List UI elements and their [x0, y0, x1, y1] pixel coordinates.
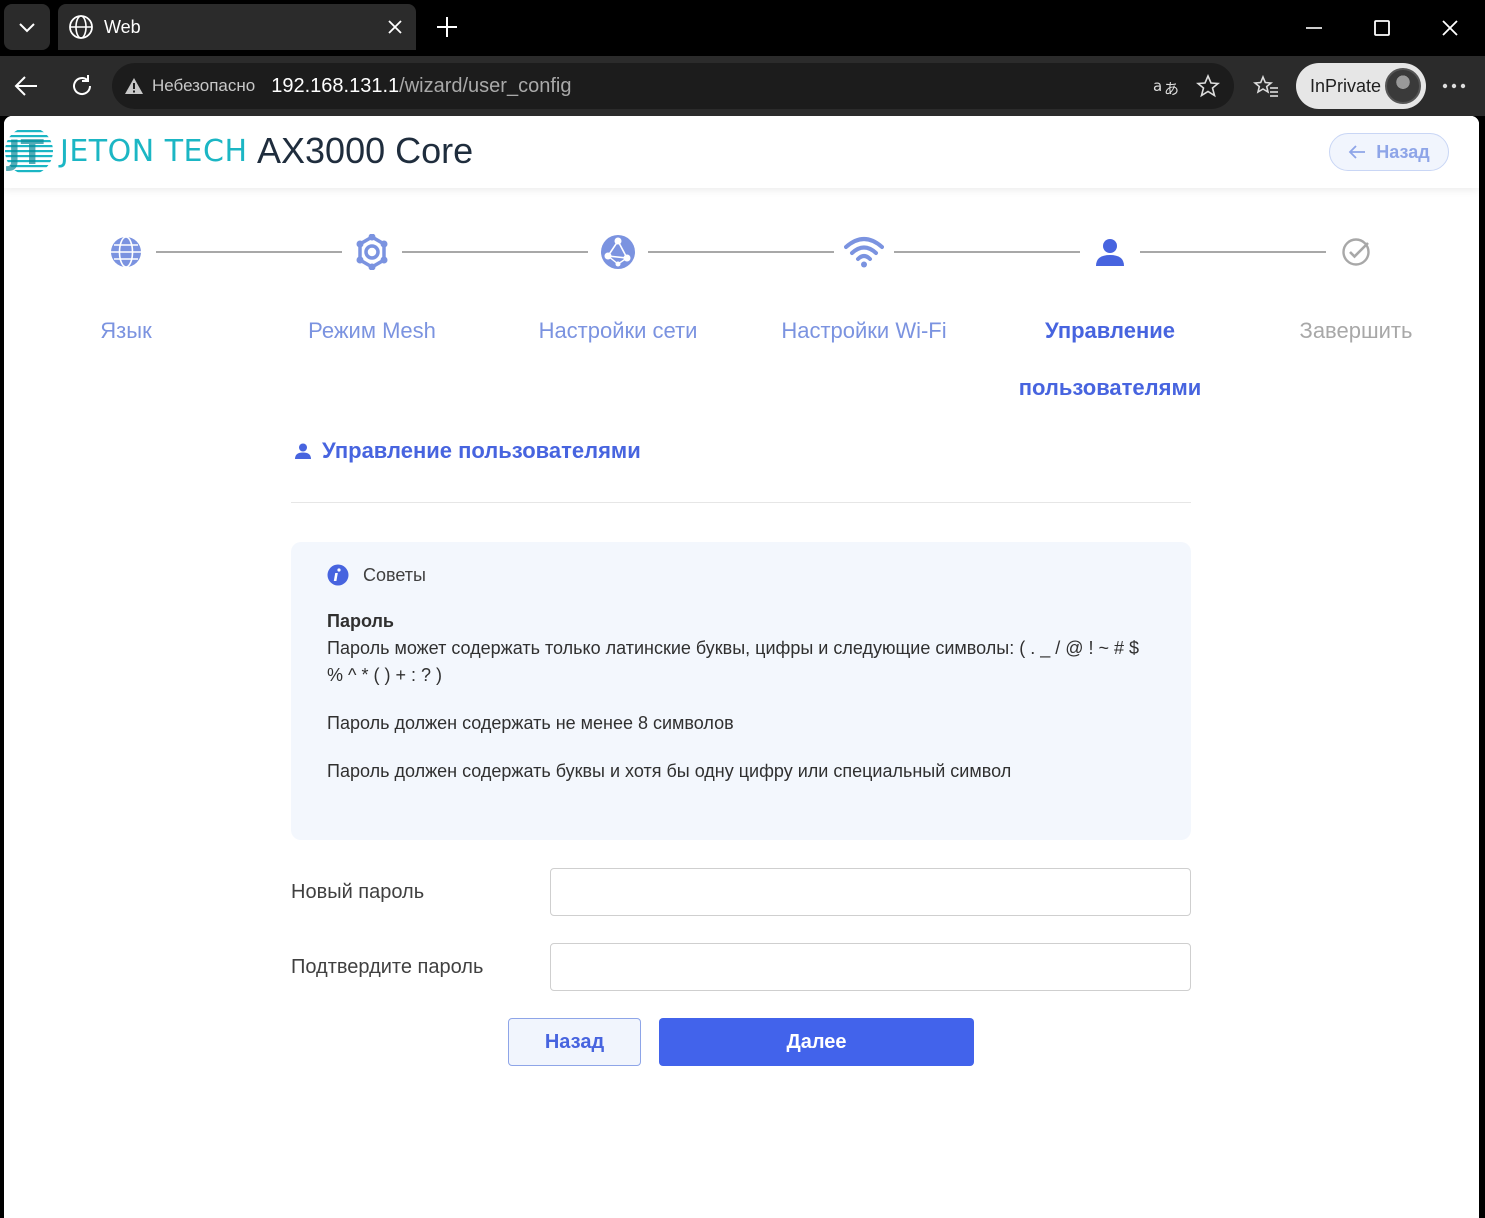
- url-host: 192.168.131.1: [271, 74, 400, 97]
- close-icon: [1442, 20, 1458, 36]
- svg-text:あ: あ: [1164, 80, 1179, 97]
- step-label: Режим Mesh: [308, 318, 436, 343]
- back-button[interactable]: Назад: [508, 1018, 641, 1066]
- favorites-list-icon: [1253, 74, 1278, 97]
- step-label: Управление пользователями: [1018, 318, 1202, 400]
- avatar: [1385, 68, 1421, 104]
- tab-close-button[interactable]: [380, 12, 410, 42]
- confirm-password-row: Подтвердите пароль: [291, 943, 1191, 991]
- more-icon: [1442, 83, 1466, 89]
- tab-title: Web: [104, 16, 141, 37]
- new-tab-button[interactable]: [428, 10, 466, 44]
- close-icon: [388, 20, 402, 34]
- new-password-label: Новый пароль: [291, 880, 425, 903]
- step-user-management[interactable]: Управление пользователями: [990, 232, 1230, 416]
- page-content: JT JETON TECH AX3000 Core Назад Язык Реж…: [4, 116, 1479, 1218]
- reload-icon: [73, 75, 92, 95]
- next-button[interactable]: Далее: [659, 1018, 974, 1066]
- security-label: Небезопасно: [152, 76, 256, 95]
- more-menu-button[interactable]: [1434, 66, 1474, 106]
- tips-title: Советы: [363, 564, 426, 585]
- divider: [291, 502, 1191, 503]
- step-network[interactable]: Настройки сети: [498, 232, 738, 359]
- translate-icon: aあ: [1153, 77, 1179, 97]
- arrow-left-icon: [14, 76, 37, 96]
- user-icon: [1096, 239, 1124, 266]
- section-title-text: Управление пользователями: [322, 438, 641, 463]
- url-text: 192.168.131.1/wizard/user_config: [271, 75, 571, 98]
- tips-header: Советы: [327, 564, 1155, 586]
- step-language[interactable]: Язык: [6, 232, 246, 359]
- favorite-button[interactable]: [1190, 69, 1226, 103]
- plus-icon: [437, 17, 457, 37]
- star-icon: [1196, 74, 1220, 98]
- check-circle-icon: [1342, 238, 1370, 266]
- maximize-button[interactable]: [1360, 8, 1404, 48]
- reload-button[interactable]: [62, 66, 102, 106]
- back-nav-button[interactable]: [6, 66, 46, 106]
- svg-text:a: a: [1153, 77, 1162, 95]
- inprivate-label: InPrivate: [1310, 75, 1382, 96]
- browser-titlebar: Web: [0, 0, 1485, 56]
- tab-actions-button[interactable]: [4, 4, 50, 50]
- chevron-down-icon: [19, 23, 35, 33]
- step-label: Язык: [100, 318, 152, 343]
- step-finish[interactable]: Завершить: [1236, 232, 1476, 359]
- section-title: Управление пользователями: [294, 438, 641, 464]
- tips-line: Пароль должен содержать буквы и хотя бы …: [327, 761, 1012, 781]
- tips-line: Пароль может содержать только латинские …: [327, 638, 1140, 685]
- info-icon: [327, 564, 349, 586]
- inprivate-button[interactable]: InPrivate: [1296, 63, 1426, 109]
- translate-button[interactable]: aあ: [1148, 69, 1184, 103]
- globe-icon: [69, 15, 93, 39]
- url-path: /wizard/user_config: [399, 74, 572, 97]
- maximize-icon: [1374, 20, 1390, 36]
- new-password-row: Новый пароль: [291, 868, 1191, 916]
- tips-line: Пароль должен содержать не менее 8 симво…: [327, 713, 734, 733]
- wizard-stepper: Язык Режим Mesh Настройки сети Настройки…: [4, 116, 1479, 416]
- user-icon: [295, 443, 311, 459]
- confirm-password-label: Подтвердите пароль: [291, 955, 484, 978]
- step-label: Завершить: [1299, 318, 1413, 343]
- favorites-button[interactable]: [1246, 66, 1286, 106]
- minimize-icon: [1306, 27, 1322, 29]
- new-password-input[interactable]: [550, 868, 1191, 916]
- warning-icon: [125, 78, 143, 94]
- minimize-button[interactable]: [1292, 8, 1336, 48]
- globe-icon: [111, 236, 141, 268]
- window-close-button[interactable]: [1428, 8, 1472, 48]
- network-icon: [601, 235, 635, 269]
- wifi-icon: [844, 237, 884, 268]
- address-bar[interactable]: Небезопасно 192.168.131.1/wizard/user_co…: [112, 63, 1234, 109]
- browser-tab[interactable]: Web: [58, 4, 416, 50]
- step-label: Настройки сети: [538, 318, 698, 343]
- step-wifi[interactable]: Настройки Wi-Fi: [744, 232, 984, 359]
- confirm-password-input[interactable]: [550, 943, 1191, 991]
- mesh-icon: [356, 234, 388, 270]
- step-label: Настройки Wi-Fi: [781, 318, 947, 343]
- tips-panel: Советы Пароль Пароль может содержать тол…: [291, 542, 1191, 840]
- browser-toolbar: Небезопасно 192.168.131.1/wizard/user_co…: [0, 56, 1485, 116]
- tips-heading: Пароль: [327, 611, 394, 631]
- step-mesh[interactable]: Режим Mesh: [252, 232, 492, 359]
